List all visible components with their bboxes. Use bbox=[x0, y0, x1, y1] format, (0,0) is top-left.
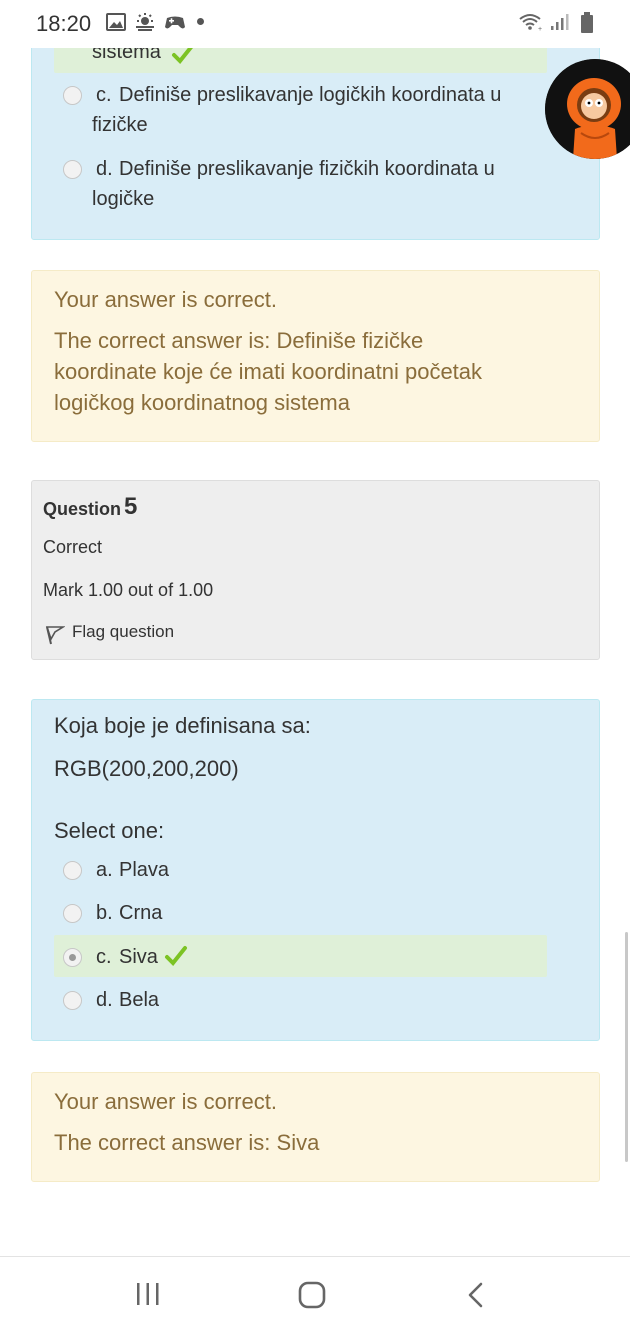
question5-content: Koja boje je definisana sa: RGB(200,200,… bbox=[31, 699, 600, 1041]
question5-info: Question 5 Correct Mark 1.00 out of 1.00… bbox=[31, 480, 600, 660]
option-b-letter: b. bbox=[96, 902, 113, 924]
option-c-letter: c. bbox=[96, 946, 112, 968]
option-b-text: Crna bbox=[119, 902, 163, 924]
radio-option-b[interactable] bbox=[63, 904, 82, 923]
radio-option-d[interactable] bbox=[63, 160, 82, 179]
option-c-letter: c. bbox=[96, 84, 112, 106]
flag-icon bbox=[45, 626, 65, 645]
status-time: 18:20 bbox=[36, 11, 92, 36]
select-one-label: Select one: bbox=[54, 818, 165, 843]
navigation-bar bbox=[0, 1256, 630, 1331]
wifi-icon: + bbox=[519, 14, 542, 32]
back-icon[interactable] bbox=[463, 1281, 489, 1309]
flag-question-label: Flag question bbox=[72, 622, 175, 641]
option-d-letter: d. bbox=[96, 989, 113, 1011]
flag-question-link[interactable]: Flag question bbox=[43, 619, 203, 645]
question4-content: sistema c. Definiše preslikavanje logičk… bbox=[31, 20, 600, 240]
question-label: Question bbox=[43, 499, 122, 519]
feedback-answer: The correct answer is: Siva bbox=[54, 1130, 320, 1155]
option-d-letter: d. bbox=[96, 158, 113, 180]
radio-option-c-selected[interactable] bbox=[63, 948, 82, 967]
question-value: RGB(200,200,200) bbox=[54, 756, 239, 781]
dot-icon bbox=[197, 18, 204, 25]
game-controller-icon bbox=[165, 16, 185, 29]
question4-feedback: Your answer is correct. The correct answ… bbox=[31, 270, 600, 442]
recent-apps-icon[interactable] bbox=[134, 1281, 162, 1307]
question5-feedback: Your answer is correct. The correct answ… bbox=[31, 1072, 600, 1182]
question-state: Correct bbox=[43, 537, 103, 557]
option-a-letter: a. bbox=[96, 859, 113, 881]
image-icon bbox=[106, 13, 126, 31]
question-prompt: Koja boje je definisana sa: bbox=[54, 713, 311, 738]
question-number: 5 bbox=[124, 493, 138, 520]
feedback-answer-line2: koordinate koje će imati koordinatni poč… bbox=[54, 359, 483, 384]
feedback-answer-line3: logičkog koordinatnog sistema bbox=[54, 390, 350, 415]
option-a-text: Plava bbox=[119, 859, 170, 881]
option-d-text-line1: Definiše preslikavanje fizičkih koordina… bbox=[119, 158, 495, 180]
weather-icon bbox=[136, 13, 154, 31]
home-icon[interactable] bbox=[297, 1281, 327, 1309]
question-mark: Mark 1.00 out of 1.00 bbox=[43, 580, 214, 600]
radio-option-d[interactable] bbox=[63, 991, 82, 1010]
option-c-text-line1: Definiše preslikavanje logičkih koordina… bbox=[119, 84, 502, 106]
scrollbar[interactable] bbox=[625, 932, 628, 1162]
battery-icon bbox=[581, 12, 593, 33]
feedback-status: Your answer is correct. bbox=[54, 287, 277, 312]
svg-text:+: + bbox=[538, 26, 542, 32]
signal-icon bbox=[551, 14, 569, 30]
feedback-status: Your answer is correct. bbox=[54, 1089, 277, 1114]
option-d-text-line2: logičke bbox=[92, 188, 155, 210]
option-d-text: Bela bbox=[119, 989, 160, 1011]
option-c-text-line2: fizičke bbox=[92, 114, 148, 136]
radio-option-c[interactable] bbox=[63, 86, 82, 105]
check-icon bbox=[165, 946, 187, 966]
feedback-answer-line1: The correct answer is: Definiše fizičke bbox=[54, 328, 424, 353]
option-c-text: Siva bbox=[119, 946, 158, 968]
radio-option-a[interactable] bbox=[63, 861, 82, 880]
status-bar: 18:20 + bbox=[0, 0, 630, 48]
